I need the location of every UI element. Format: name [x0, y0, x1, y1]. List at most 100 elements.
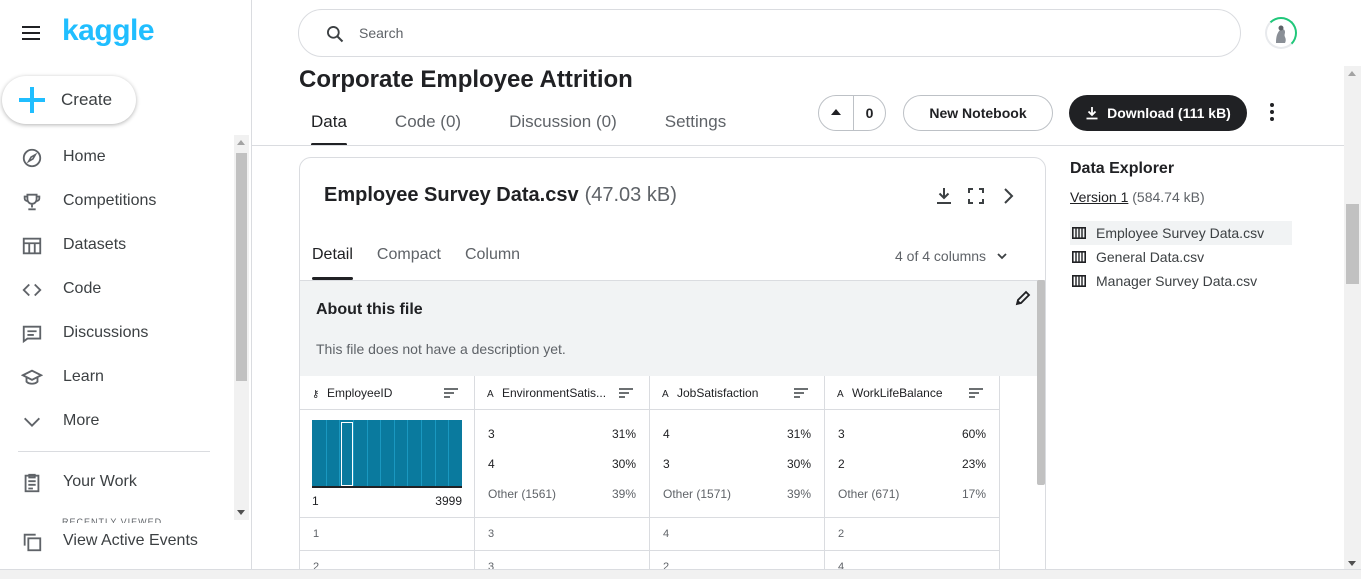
sidebar-item-code[interactable]: Code — [0, 267, 236, 311]
download-icon[interactable] — [934, 186, 954, 206]
column-stats-row: 1 3999 3 31% 4 30% Other (1561) 39% 4 31% 33… — [300, 410, 1000, 518]
frequency-row: 4 31% — [663, 427, 811, 443]
chevron-down-icon — [24, 417, 40, 427]
chevron-down-icon — [997, 253, 1007, 260]
tab-settings[interactable]: Settings — [653, 106, 738, 146]
frequency-row: 3 31% — [488, 427, 636, 443]
table-icon — [22, 237, 42, 255]
column-header[interactable]: A WorkLifeBalance — [825, 376, 1000, 409]
data-table: ⚷ EmployeeID A EnvironmentSatis... A JobSat… — [300, 376, 1000, 579]
sidebar-item-your-work[interactable]: Your Work — [0, 460, 236, 504]
scrollbar-thumb[interactable] — [236, 153, 247, 381]
sidebar-item-label: Competitions — [63, 192, 157, 209]
histogram-selected-bin[interactable] — [341, 422, 353, 486]
sort-icon[interactable] — [619, 388, 633, 398]
page-scrollbar[interactable] — [1344, 66, 1361, 571]
value-label: Other (1571) — [663, 487, 732, 501]
sidebar-item-home[interactable]: Home — [0, 135, 236, 179]
file-item[interactable]: Employee Survey Data.csv — [1070, 221, 1292, 245]
percent-label: 30% — [611, 457, 636, 471]
search-icon — [327, 26, 344, 43]
page-title: Corporate Employee Attrition — [299, 66, 633, 93]
fullscreen-icon[interactable] — [966, 186, 986, 206]
create-button[interactable]: Create — [2, 76, 136, 124]
user-avatar-icon — [1268, 20, 1294, 46]
sidebar-item-label: Learn — [63, 368, 104, 385]
scrollbar-thumb[interactable] — [1346, 204, 1359, 284]
table-cell: 1 — [300, 518, 475, 550]
csv-table-icon — [1072, 275, 1086, 287]
kaggle-logo[interactable]: kaggle — [62, 14, 155, 48]
edit-pencil-icon[interactable] — [1014, 289, 1032, 307]
sort-icon[interactable] — [969, 388, 983, 398]
column-name: EnvironmentSatis... — [502, 386, 607, 400]
value-label: 3 — [663, 457, 670, 471]
tab-compact[interactable]: Compact — [365, 238, 453, 280]
preview-scrollbar-thumb[interactable] — [1037, 280, 1045, 485]
data-explorer: Data Explorer Version 1 (584.74 kB) Empl… — [1070, 160, 1310, 293]
scroll-down-arrow-icon[interactable] — [1348, 561, 1356, 566]
sidebar-item-label: More — [63, 412, 100, 429]
columns-selector[interactable]: 4 of 4 columns — [895, 248, 1008, 264]
scroll-down-arrow-icon[interactable] — [237, 510, 245, 515]
tab-detail[interactable]: Detail — [300, 238, 365, 280]
file-item[interactable]: General Data.csv — [1070, 245, 1292, 269]
version-link[interactable]: Version 1 — [1070, 189, 1128, 205]
more-options-icon[interactable] — [1262, 103, 1282, 123]
sidebar-item-datasets[interactable]: Datasets — [0, 223, 236, 267]
tab-code[interactable]: Code (0) — [383, 106, 473, 146]
percent-label: 39% — [786, 487, 811, 501]
employee-id-histogram[interactable] — [312, 420, 462, 488]
table-cell: 2 — [825, 518, 1000, 550]
file-preview-card: Employee Survey Data.csv (47.03 kB) Detai… — [299, 157, 1046, 579]
comments-icon — [22, 325, 42, 344]
column-header[interactable]: A JobSatisfaction — [650, 376, 825, 409]
upvote-button[interactable] — [819, 96, 854, 130]
download-button[interactable]: Download (111 kB) — [1069, 95, 1247, 131]
search-input[interactable] — [359, 22, 1219, 44]
tab-column[interactable]: Column — [453, 238, 532, 280]
frequency-row: 2 23% — [838, 457, 986, 473]
tab-discussion[interactable]: Discussion (0) — [497, 106, 629, 146]
scroll-up-arrow-icon[interactable] — [1348, 71, 1356, 76]
csv-table-icon — [1072, 227, 1086, 239]
column-header[interactable]: A EnvironmentSatis... — [475, 376, 650, 409]
kaggle-dataset-page: kaggle Create Home Competitions Datasets… — [0, 0, 1361, 579]
new-notebook-button[interactable]: New Notebook — [903, 95, 1053, 131]
view-active-events[interactable]: View Active Events — [0, 519, 236, 563]
sidebar-item-discussions[interactable]: Discussions — [0, 311, 236, 355]
frequency-cell: 3 31% 4 30% Other (1561) 39% — [475, 410, 650, 517]
download-icon — [1086, 107, 1098, 120]
active-events-label: View Active Events — [63, 532, 198, 549]
chevron-right-icon[interactable] — [998, 186, 1018, 206]
school-icon — [21, 369, 43, 385]
file-item[interactable]: Manager Survey Data.csv — [1070, 269, 1292, 293]
csv-table-icon — [1072, 251, 1086, 263]
about-title: About this file — [316, 301, 423, 318]
scroll-up-arrow-icon[interactable] — [237, 140, 245, 145]
percent-label: 39% — [611, 487, 636, 501]
horizontal-scrollbar[interactable] — [0, 569, 1361, 579]
column-header[interactable]: ⚷ EmployeeID — [300, 376, 475, 409]
sidebar-item-more[interactable]: More — [0, 399, 236, 443]
search-bar[interactable] — [298, 9, 1241, 57]
value-label: 2 — [838, 457, 845, 471]
copy-icon — [23, 533, 42, 552]
frequency-row: 3 60% — [838, 427, 986, 443]
avatar[interactable] — [1265, 17, 1297, 49]
frequency-cell: 4 31% 3 30% Other (1571) 39% — [650, 410, 825, 517]
frequency-row-other: Other (1561) 39% — [488, 487, 636, 503]
file-list: Employee Survey Data.csv General Data.cs… — [1070, 221, 1310, 293]
sort-icon[interactable] — [444, 388, 458, 398]
sidebar-scrollbar[interactable] — [234, 135, 249, 520]
percent-label: 60% — [961, 427, 986, 441]
percent-label: 31% — [786, 427, 811, 441]
sidebar-item-label: Code — [63, 280, 102, 297]
histogram-max: 3999 — [435, 494, 462, 508]
sidebar-item-learn[interactable]: Learn — [0, 355, 236, 399]
sidebar-item-competitions[interactable]: Competitions — [0, 179, 236, 223]
frequency-row: 3 30% — [663, 457, 811, 473]
menu-icon[interactable] — [22, 26, 40, 40]
sort-icon[interactable] — [794, 388, 808, 398]
tab-data[interactable]: Data — [299, 106, 359, 146]
